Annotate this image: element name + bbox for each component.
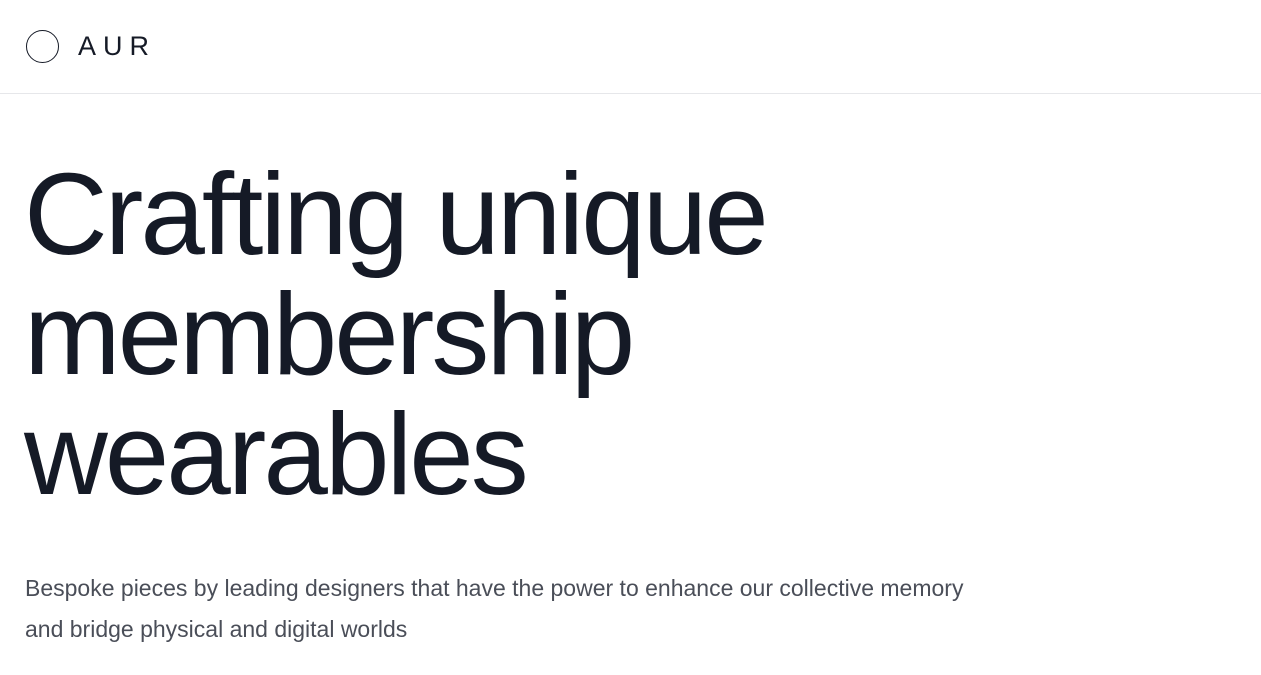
logo-circle-icon[interactable]	[26, 30, 59, 63]
headline-line-1: Crafting unique	[24, 149, 769, 279]
hero-headline: Crafting unique membership wearables	[24, 154, 1261, 514]
headline-line-3: wearables	[24, 389, 529, 519]
headline-line-2: membership	[24, 269, 635, 399]
hero-subtext: Bespoke pieces by leading designers that…	[25, 575, 964, 642]
hero-section: Crafting unique membership wearables Bes…	[0, 94, 1261, 650]
logo-wordmark[interactable]: AUR	[78, 33, 156, 60]
site-header: AUR	[0, 0, 1261, 94]
